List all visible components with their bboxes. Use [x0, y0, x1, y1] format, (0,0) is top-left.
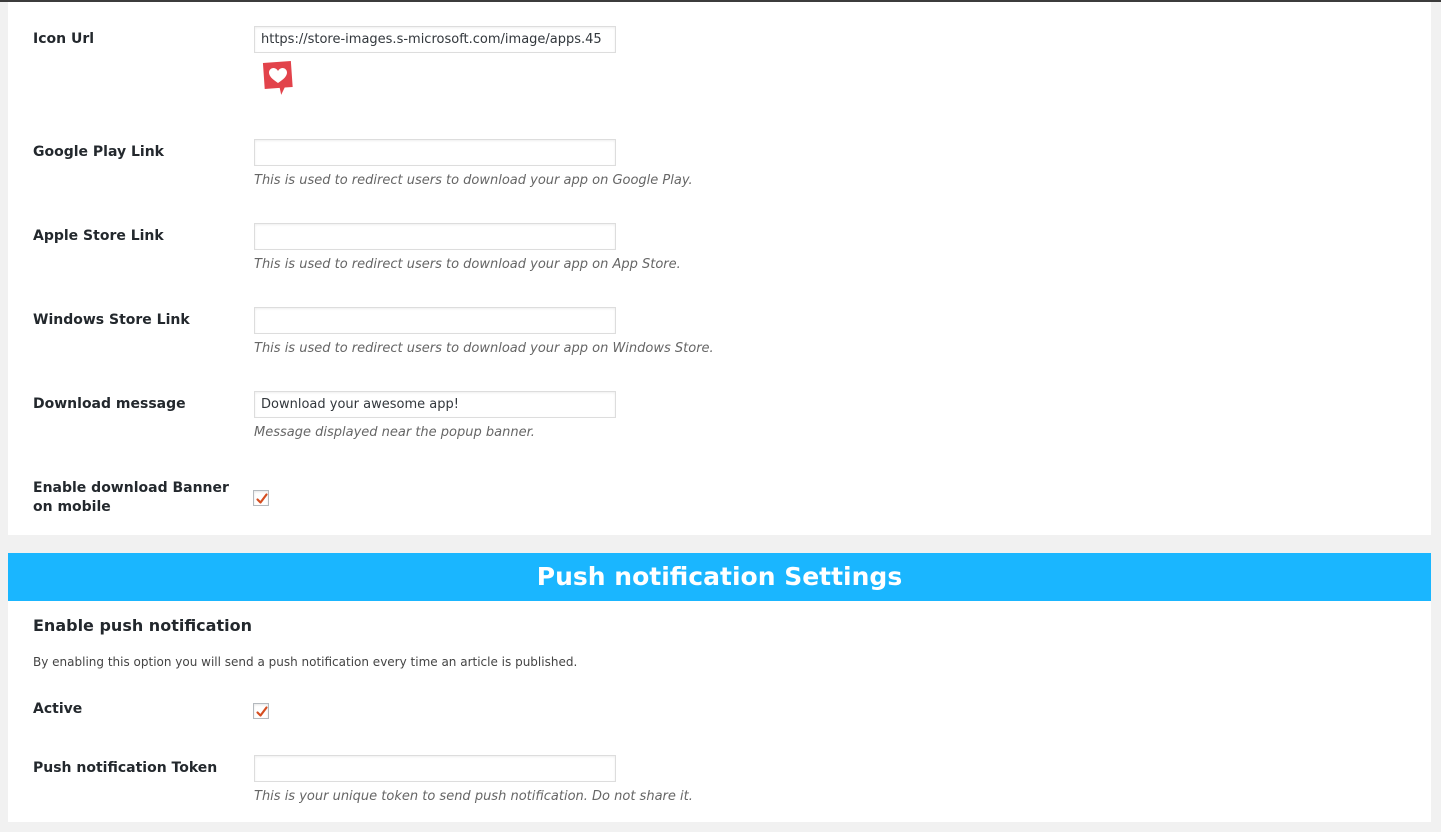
app-icon-preview — [262, 60, 294, 96]
windows-store-label: Windows Store Link — [33, 312, 190, 328]
download-message-label: Download message — [33, 396, 186, 412]
download-message-input[interactable] — [254, 391, 616, 418]
heart-icon — [262, 61, 293, 95]
active-checkbox[interactable] — [253, 703, 269, 719]
google-play-input[interactable] — [254, 139, 616, 166]
icon-url-input[interactable] — [254, 26, 616, 53]
push-section-title: Enable push notification — [33, 616, 252, 635]
download-message-description: Message displayed near the popup banner. — [254, 425, 535, 440]
push-settings-panel: Push notification Settings Enable push n… — [8, 553, 1431, 822]
google-play-label: Google Play Link — [33, 144, 164, 160]
windows-store-description: This is used to redirect users to downlo… — [254, 341, 714, 356]
app-settings-panel: Icon Url Google Play Link This is used t… — [8, 2, 1431, 535]
push-token-input[interactable] — [254, 755, 616, 782]
active-label: Active — [33, 701, 83, 717]
apple-store-input[interactable] — [254, 223, 616, 250]
enable-banner-checkbox[interactable] — [253, 490, 269, 506]
checkmark-icon — [256, 493, 268, 504]
apple-store-description: This is used to redirect users to downlo… — [254, 257, 681, 272]
google-play-description: This is used to redirect users to downlo… — [254, 173, 693, 188]
push-section-description: By enabling this option you will send a … — [33, 655, 578, 669]
push-token-description: This is your unique token to send push n… — [254, 789, 693, 804]
icon-url-label: Icon Url — [33, 31, 95, 47]
push-token-label: Push notification Token — [33, 760, 218, 776]
enable-banner-label: Enable download Banner on mobile — [33, 480, 229, 515]
apple-store-label: Apple Store Link — [33, 228, 164, 244]
windows-store-input[interactable] — [254, 307, 616, 334]
checkmark-icon — [256, 706, 268, 717]
push-settings-banner: Push notification Settings — [8, 553, 1431, 601]
